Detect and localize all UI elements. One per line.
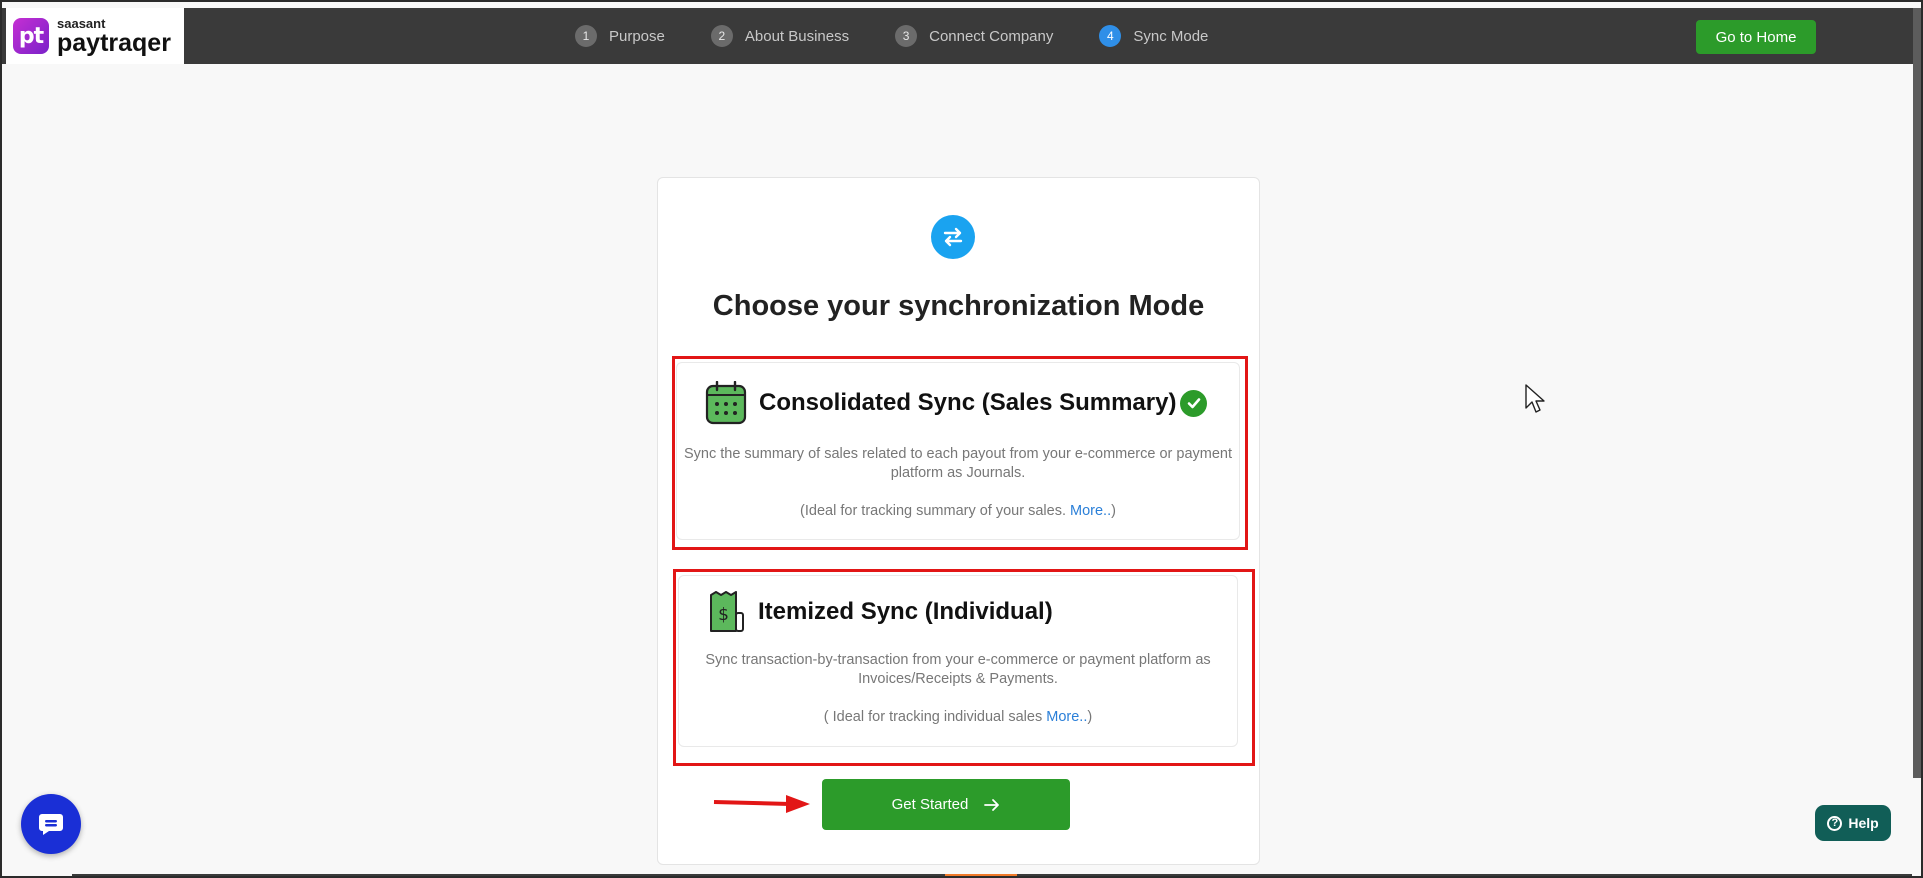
ideal-text: (Ideal for tracking summary of your sale… [800,503,1071,519]
option-ideal-note: ( Ideal for tracking individual sales Mo… [678,709,1238,725]
mouse-cursor-icon [1525,384,1545,413]
question-icon: ? [1827,815,1843,831]
brand-logo[interactable]: pt saasant paytraqer [6,8,184,64]
arrow-right-icon [984,798,1000,811]
step-sync-mode[interactable]: 4 Sync Mode [1099,25,1208,47]
ideal-close: ) [1087,709,1093,725]
step-about-business[interactable]: 2 About Business [710,25,850,47]
step-number: 3 [895,25,918,47]
option-description: Sync transaction-by-transaction from you… [705,652,1211,687]
step-label: About Business [744,27,850,45]
step-number: 4 [1099,25,1122,47]
ideal-text: ( Ideal for tracking individual sales [823,709,1047,725]
consolidated-sync-header: Consolidated Sync (Sales Summary) [705,381,1208,425]
logo-mark: pt [13,18,49,54]
get-started-button[interactable]: Get Started [822,779,1070,830]
option-title: Itemized Sync (Individual) [758,598,1053,625]
logo-product: paytraqer [57,28,171,57]
logo-company: saasant [57,15,106,31]
wizard-steps: 1 Purpose 2 About Business 3 Connect Com… [575,8,1208,64]
step-label: Purpose [609,27,665,45]
receipt-dollar-icon: $ [710,591,744,632]
page-title: Choose your synchronization Mode [712,290,1205,322]
go-to-home-button[interactable]: Go to Home [1696,20,1816,54]
step-number: 1 [575,25,597,47]
step-number: 2 [710,25,733,47]
option-ideal-note: (Ideal for tracking summary of your sale… [676,503,1240,519]
annotation-arrow [713,795,810,813]
step-connect-company[interactable]: 3 Connect Company [895,25,1053,47]
ideal-close: ) [1111,503,1116,519]
chat-widget-button[interactable] [21,794,81,854]
page-scrollbar[interactable] [1913,8,1921,778]
step-purpose[interactable]: 1 Purpose [575,25,665,47]
logo-wordmark: saasant paytraqer [57,17,171,56]
itemized-sync-header: $ Itemized Sync (Individual) [708,591,1053,633]
help-label: Help [1848,815,1879,831]
svg-text:$: $ [718,605,729,625]
top-navigation-bar: pt saasant paytraqer 1 Purpose 2 About B… [0,8,1918,64]
step-label: Sync Mode [1133,27,1209,45]
more-link[interactable]: More.. [1070,503,1111,519]
get-started-label: Get Started [891,796,969,813]
option-title: Consolidated Sync (Sales Summary) [759,389,1177,416]
bottom-accent-bar [945,874,1017,878]
step-label: Connect Company [929,27,1054,45]
selected-check-icon [1180,389,1208,417]
option-description: Sync the summary of sales related to eac… [683,446,1232,481]
more-link[interactable]: More.. [1046,709,1087,725]
chat-bubble-icon [39,814,63,835]
help-button[interactable]: ? Help [1815,805,1891,841]
sync-arrows-icon [931,215,975,259]
calendar-icon [705,381,747,425]
